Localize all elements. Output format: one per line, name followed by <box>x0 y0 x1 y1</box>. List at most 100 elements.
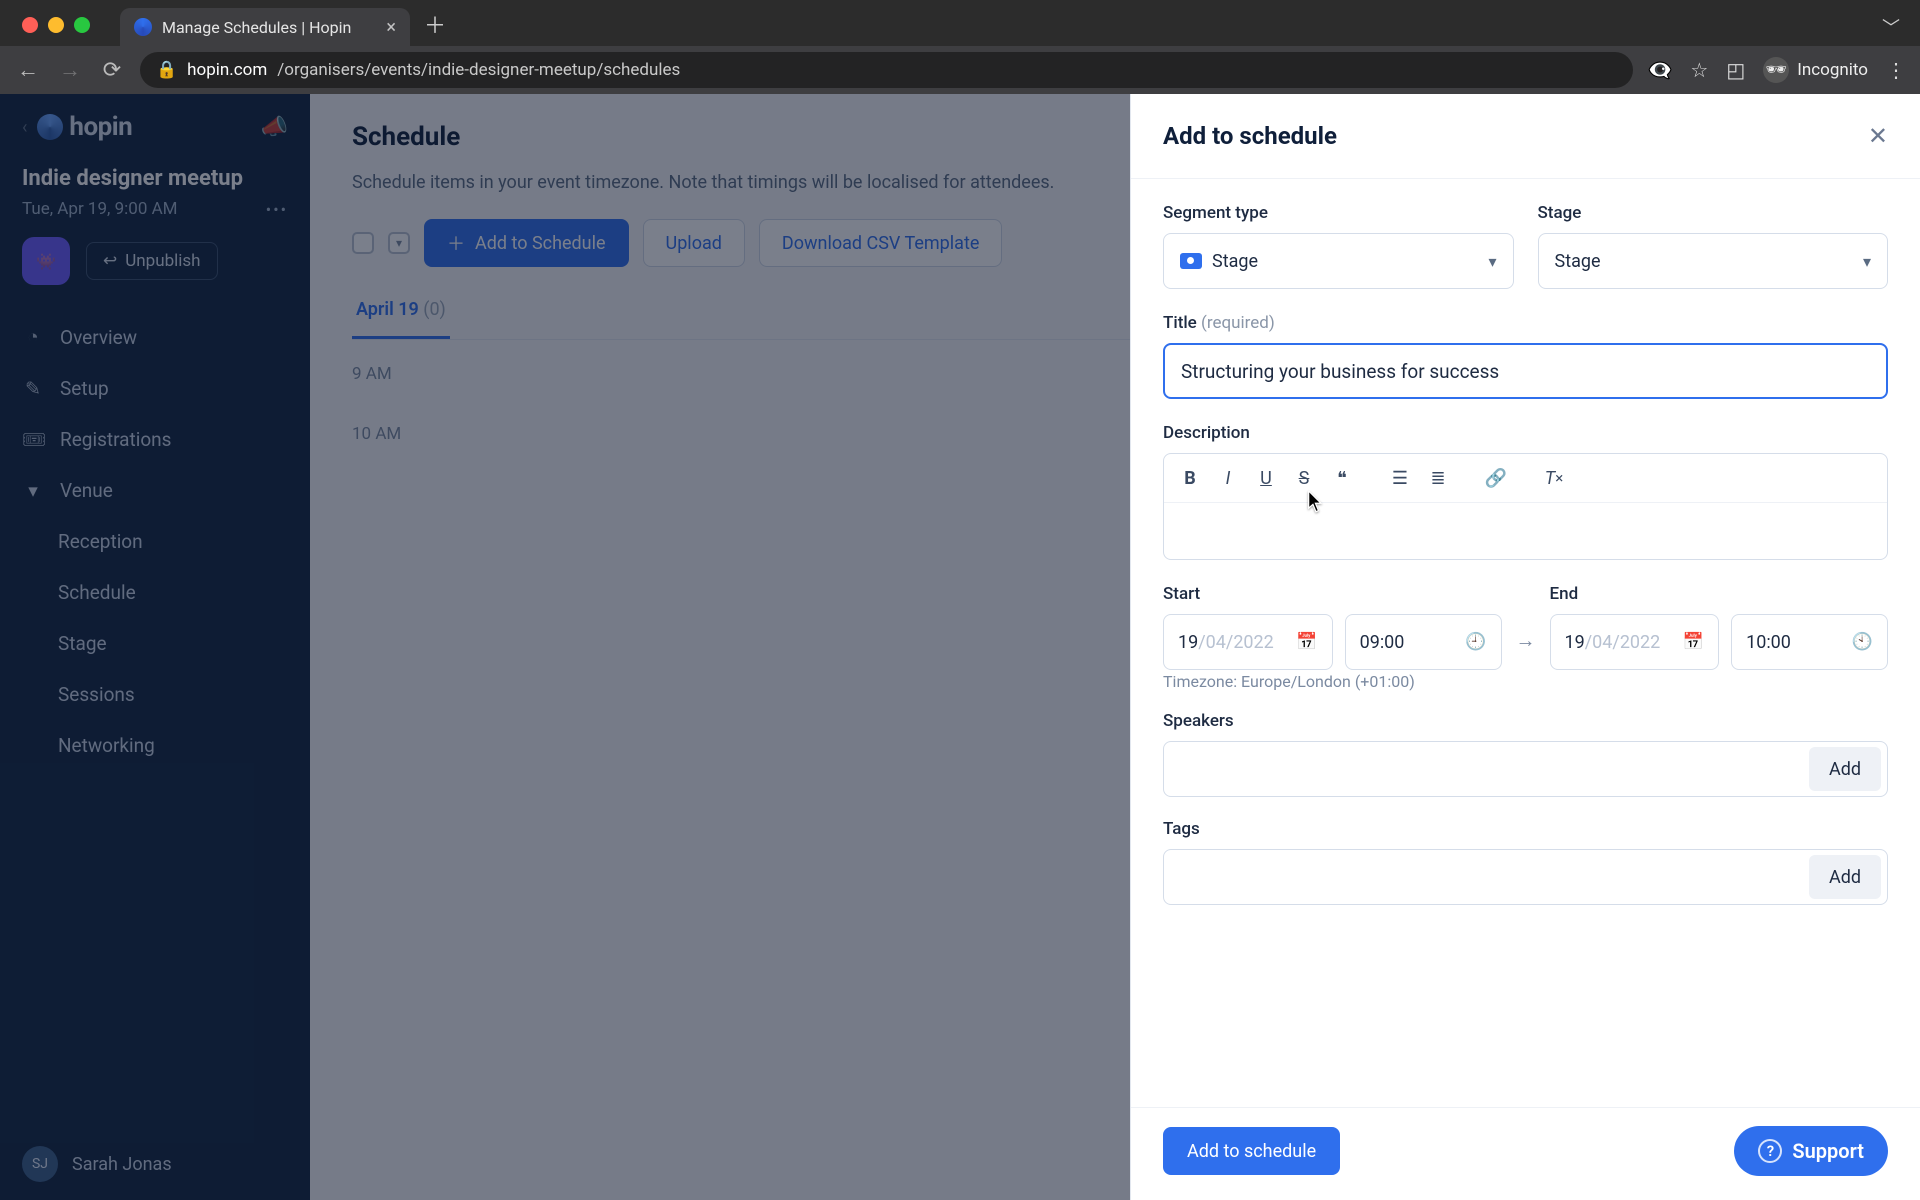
hopin-swirl-icon <box>37 114 63 140</box>
sidebar-item-venue[interactable]: ▾Venue <box>0 465 310 516</box>
speakers-input[interactable]: Add <box>1163 741 1888 797</box>
calendar-icon: 📅 <box>1683 632 1704 652</box>
end-time-value: 10:00 <box>1746 632 1791 653</box>
lock-icon: 🔒 <box>156 60 177 80</box>
clear-format-button[interactable]: T× <box>1538 462 1570 494</box>
announcements-icon[interactable]: 📣 <box>261 115 288 140</box>
close-panel-button[interactable]: ✕ <box>1868 122 1888 150</box>
fullscreen-window-icon[interactable] <box>74 17 90 33</box>
sidebar-user[interactable]: SJ Sarah Jonas <box>0 1146 310 1182</box>
sidebar-item-label: Venue <box>60 479 113 502</box>
end-time-input[interactable]: 10:00 🕙 <box>1731 614 1888 670</box>
segment-type-select[interactable]: Stage ▾ <box>1163 233 1514 289</box>
sidebar: ‹ hopin 📣 Indie designer meetup Tue, Apr… <box>0 94 310 1200</box>
add-speaker-button[interactable]: Add <box>1809 747 1881 791</box>
tab-overflow-button[interactable]: ﹀ <box>1862 14 1920 46</box>
kebab-menu-icon[interactable]: ⋮ <box>1886 58 1906 82</box>
address-bar[interactable]: 🔒 hopin.com/organisers/events/indie-desi… <box>140 52 1633 88</box>
close-tab-icon[interactable]: × <box>386 17 396 38</box>
new-tab-button[interactable]: ＋ <box>410 8 460 46</box>
event-title: Indie designer meetup <box>0 158 310 195</box>
panel-title: Add to schedule <box>1163 122 1337 150</box>
link-button[interactable]: 🔗 <box>1480 462 1512 494</box>
stage-select[interactable]: Stage ▾ <box>1538 233 1889 289</box>
end-date-rest: /04/2022 <box>1585 632 1661 653</box>
hopin-favicon-icon <box>134 18 152 36</box>
close-window-icon[interactable] <box>22 17 38 33</box>
url-path: /organisers/events/indie-designer-meetup… <box>277 60 680 80</box>
bold-button[interactable]: B <box>1174 462 1206 494</box>
help-icon: ? <box>1758 1139 1782 1163</box>
calendar-icon: 📅 <box>1296 632 1317 652</box>
wand-icon: ✎ <box>22 377 44 400</box>
download-csv-label: Download CSV Template <box>782 233 979 254</box>
hopin-logo[interactable]: hopin <box>37 112 132 142</box>
underline-button[interactable]: U <box>1250 462 1282 494</box>
tags-label: Tags <box>1163 819 1888 839</box>
sidebar-item-registrations[interactable]: 🎟Registrations <box>0 414 310 465</box>
user-initials-badge: SJ <box>22 1146 58 1182</box>
date-tab[interactable]: April 19 (0) <box>352 289 450 339</box>
download-csv-button[interactable]: Download CSV Template <box>759 219 1002 267</box>
add-to-schedule-label: Add to Schedule <box>475 233 606 254</box>
incognito-icon: 🕶 <box>1763 57 1789 83</box>
rte-toolbar: B I U S ❝ ☰ ≣ 🔗 T× <box>1164 454 1887 503</box>
segment-type-value: Stage <box>1212 251 1258 272</box>
description-textarea[interactable] <box>1164 503 1887 559</box>
end-date-day: 19 <box>1565 632 1585 653</box>
plus-icon: ＋ <box>447 230 465 256</box>
panel-icon[interactable]: ◰ <box>1726 58 1745 82</box>
event-more-icon[interactable]: ••• <box>266 200 288 219</box>
end-date-input[interactable]: 19/04/2022 📅 <box>1550 614 1720 670</box>
upload-button[interactable]: Upload <box>643 219 745 267</box>
upload-label: Upload <box>666 233 722 254</box>
speakers-label: Speakers <box>1163 711 1888 731</box>
incognito-label: Incognito <box>1797 60 1868 80</box>
submit-add-to-schedule-button[interactable]: Add to schedule <box>1163 1127 1340 1175</box>
sidebar-item-networking[interactable]: Networking <box>0 720 310 771</box>
sidebar-item-stage[interactable]: Stage <box>0 618 310 669</box>
stage-value: Stage <box>1555 251 1601 272</box>
macos-traffic-lights[interactable] <box>22 17 90 33</box>
select-all-dropdown[interactable]: ▾ <box>388 232 410 254</box>
support-button[interactable]: ? Support <box>1734 1126 1888 1176</box>
quote-button[interactable]: ❝ <box>1326 462 1358 494</box>
sidebar-item-label: Setup <box>60 377 109 400</box>
end-label: End <box>1550 584 1889 604</box>
add-to-schedule-button[interactable]: ＋ Add to Schedule <box>424 219 629 267</box>
sidebar-item-reception[interactable]: Reception <box>0 516 310 567</box>
start-date-input[interactable]: 19/04/2022 📅 <box>1163 614 1333 670</box>
add-tag-button[interactable]: Add <box>1809 855 1881 899</box>
hopin-logo-text: hopin <box>69 112 132 142</box>
sidebar-item-sessions[interactable]: Sessions <box>0 669 310 720</box>
tags-input[interactable]: Add <box>1163 849 1888 905</box>
unpublish-icon: ↩ <box>103 251 117 271</box>
select-all-checkbox[interactable] <box>352 232 374 254</box>
event-avatar: 👾 <box>22 237 70 285</box>
ticket-icon: 🎟 <box>22 428 44 451</box>
sidebar-item-schedule[interactable]: Schedule <box>0 567 310 618</box>
forward-button[interactable]: → <box>56 57 84 83</box>
sidebar-item-setup[interactable]: ✎ Setup <box>0 363 310 414</box>
start-time-input[interactable]: 09:00 🕘 <box>1345 614 1502 670</box>
unpublish-button[interactable]: ↩ Unpublish <box>86 242 218 280</box>
title-label-text: Title <box>1163 313 1197 333</box>
bookmark-star-icon[interactable]: ☆ <box>1690 58 1708 82</box>
italic-button[interactable]: I <box>1212 462 1244 494</box>
reload-button[interactable]: ⟳ <box>98 58 126 83</box>
back-chevron-icon[interactable]: ‹ <box>22 117 27 138</box>
incognito-badge: 🕶 Incognito <box>1763 57 1868 83</box>
description-editor[interactable]: B I U S ❝ ☰ ≣ 🔗 T× <box>1163 453 1888 560</box>
sidebar-item-label: Schedule <box>58 581 136 604</box>
sidebar-item-label: Networking <box>58 734 155 757</box>
strike-button[interactable]: S <box>1288 462 1320 494</box>
minimize-window-icon[interactable] <box>48 17 64 33</box>
browser-tab[interactable]: Manage Schedules | Hopin × <box>120 8 410 46</box>
back-button[interactable]: ← <box>14 57 42 83</box>
sidebar-item-overview[interactable]: ◔Overview <box>0 311 310 363</box>
segment-type-label: Segment type <box>1163 203 1514 223</box>
ordered-list-button[interactable]: ☰ <box>1384 462 1416 494</box>
unordered-list-button[interactable]: ≣ <box>1422 462 1454 494</box>
title-input[interactable] <box>1163 343 1888 399</box>
eye-off-icon[interactable]: 👁‍🗨 <box>1647 58 1672 82</box>
